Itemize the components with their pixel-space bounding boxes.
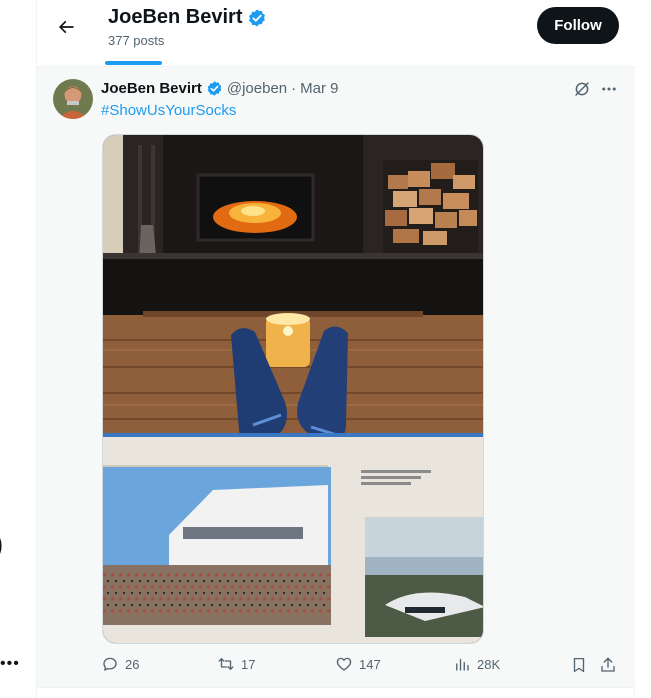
views-button[interactable]: 28K — [453, 655, 500, 673]
hashtag-link[interactable]: #ShowUsYourSocks — [101, 102, 236, 119]
more-button[interactable] — [599, 79, 619, 99]
verified-badge-icon — [248, 9, 265, 26]
follow-button[interactable]: Follow — [537, 7, 619, 44]
tweet-meta: JoeBen Bevirt @joeben · Mar 9 — [101, 80, 339, 97]
profile-header: JoeBen Bevirt 377 posts Follow — [37, 0, 636, 67]
gutter-cutoff-glyph: ) — [0, 528, 3, 560]
share-icon — [601, 657, 615, 672]
tweet-actions: 26 17 147 28K — [101, 655, 621, 677]
like-count: 147 — [359, 656, 381, 672]
photo-socks-fireplace — [103, 135, 483, 643]
grok-button[interactable] — [572, 79, 592, 99]
avatar[interactable] — [53, 79, 93, 119]
reply-count: 26 — [125, 656, 140, 672]
tweet-photo[interactable] — [102, 134, 484, 644]
verified-badge-icon — [207, 81, 222, 96]
back-button[interactable] — [49, 10, 83, 44]
profile-name: JoeBen Bevirt — [108, 6, 243, 28]
like-button[interactable]: 147 — [335, 655, 381, 673]
header-name-row: JoeBen Bevirt — [108, 6, 267, 29]
grok-icon — [575, 82, 589, 96]
meta-separator: · — [291, 80, 297, 97]
timeline-column: JoeBen Bevirt 377 posts Follow JoeBen Be… — [36, 0, 636, 698]
author-name[interactable]: JoeBen Bevirt — [101, 80, 202, 97]
share-button[interactable] — [598, 655, 618, 675]
bookmark-icon — [573, 657, 585, 673]
more-dots-icon — [602, 87, 616, 91]
right-gutter — [635, 0, 651, 698]
active-tab-indicator — [105, 61, 162, 65]
tweet-date[interactable]: Mar 9 — [300, 80, 338, 97]
repost-count: 17 — [241, 656, 256, 672]
left-gutter: ) ••• — [0, 0, 36, 698]
post-count: 377 posts — [108, 33, 165, 48]
repost-icon — [218, 658, 234, 670]
bookmark-button[interactable] — [569, 655, 589, 675]
author-handle[interactable]: @joeben — [227, 80, 287, 97]
repost-button[interactable]: 17 — [217, 655, 255, 673]
reply-icon — [103, 657, 117, 671]
reply-button[interactable]: 26 — [101, 655, 139, 673]
tweet[interactable]: JoeBen Bevirt @joeben · Mar 9 #ShowUsYou… — [37, 67, 636, 688]
views-count: 28K — [477, 656, 501, 672]
gutter-more-icon[interactable]: ••• — [0, 655, 20, 673]
heart-icon — [336, 657, 352, 671]
arrow-left-icon — [58, 20, 74, 34]
views-chart-icon — [456, 658, 469, 671]
